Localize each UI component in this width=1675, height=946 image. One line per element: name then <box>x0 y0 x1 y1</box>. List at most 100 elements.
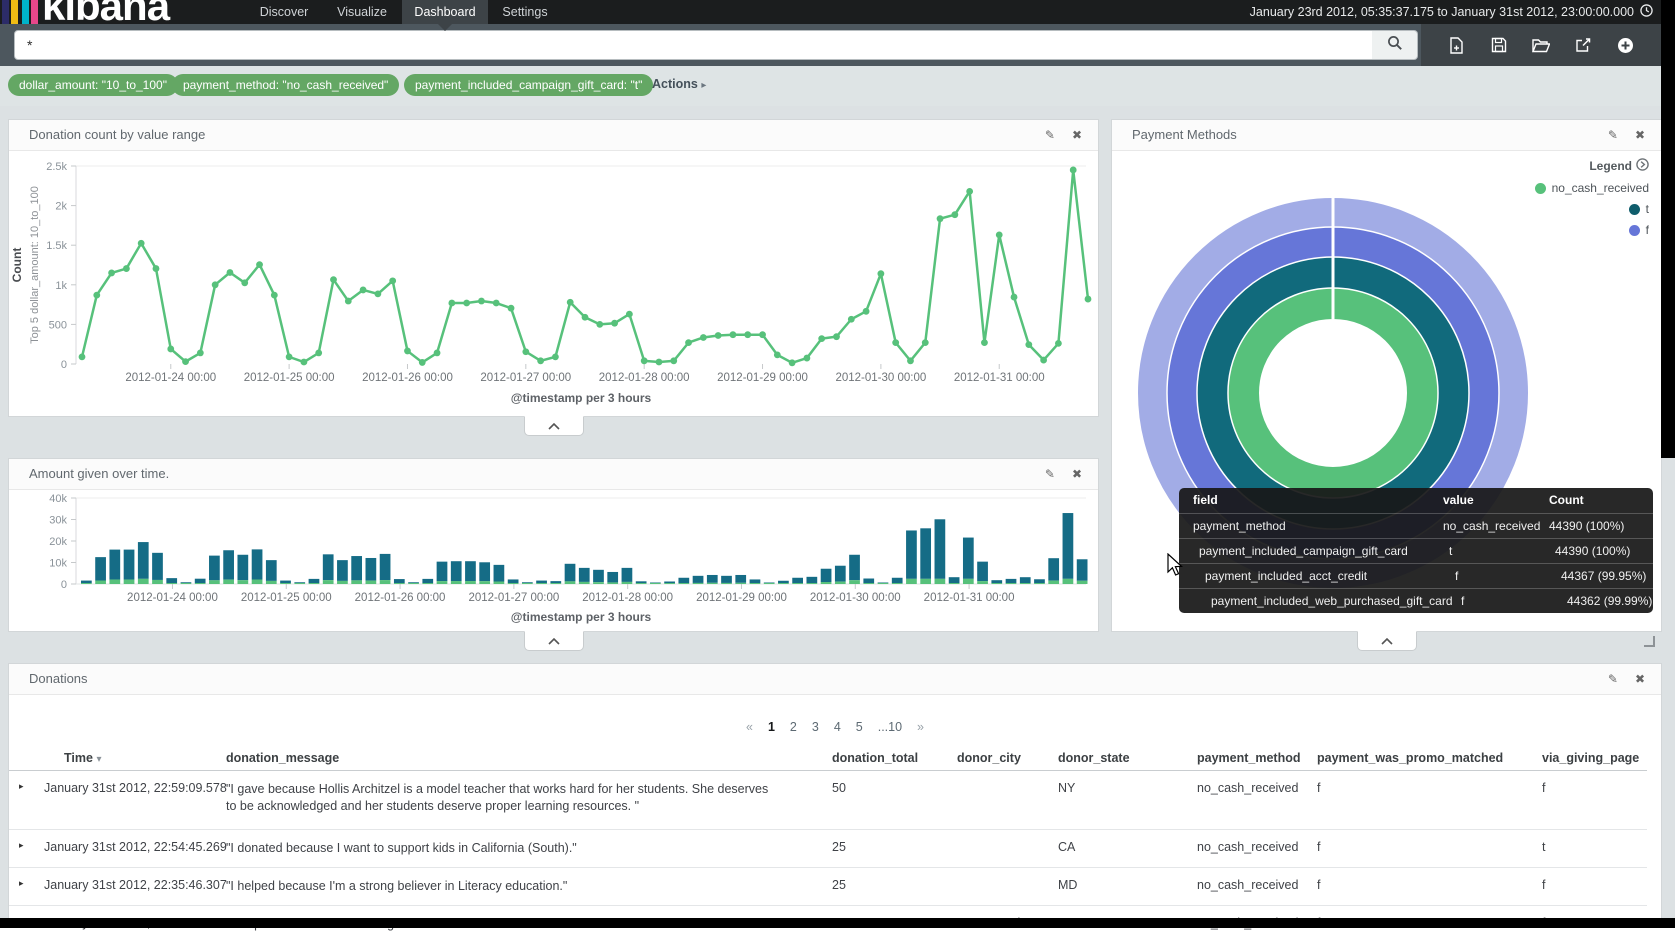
table-pagination: « 1 2 3 4 5 ...10 » <box>9 720 1661 734</box>
panel-header[interactable]: Payment Methods ✎ ✖ <box>1112 120 1661 151</box>
page-next[interactable]: » <box>917 720 924 734</box>
open-dashboard-icon[interactable] <box>1532 36 1550 54</box>
column-donation-total[interactable]: donation_total <box>832 751 918 765</box>
cell-method: no_cash_received <box>1197 840 1298 854</box>
svg-text:@timestamp per 3 hours: @timestamp per 3 hours <box>511 610 652 624</box>
column-donor-state[interactable]: donor_state <box>1058 751 1130 765</box>
table-row[interactable]: ▸ January 31st 2012, 22:35:46.307 "I hel… <box>9 868 1647 906</box>
edit-panel-icon[interactable]: ✎ <box>1608 128 1618 142</box>
actions-arrow-icon: ▸ <box>701 80 706 91</box>
svg-text:10k: 10k <box>49 558 67 570</box>
screen-edge-bottom <box>0 918 1675 928</box>
table-row[interactable]: ▸ January 31st 2012, 22:54:45.269 "I don… <box>9 830 1647 868</box>
kibana-logo[interactable]: kibana <box>42 0 169 27</box>
collapse-panel-button[interactable] <box>524 631 584 651</box>
close-panel-icon[interactable]: ✖ <box>1072 467 1082 481</box>
close-panel-icon[interactable]: ✖ <box>1635 128 1645 142</box>
svg-text:2012-01-25 00:00: 2012-01-25 00:00 <box>244 372 335 384</box>
column-payment-method[interactable]: payment_method <box>1197 751 1301 765</box>
svg-text:Top 5 dollar_amount: 10_to_100: Top 5 dollar_amount: 10_to_100 <box>29 186 41 344</box>
close-panel-icon[interactable]: ✖ <box>1635 672 1645 686</box>
tooltip-row: payment_included_campaign_gift_cardt4439… <box>1179 538 1653 563</box>
collapse-panel-button[interactable] <box>1357 631 1417 651</box>
page-4[interactable]: 4 <box>834 720 841 734</box>
panel-header[interactable]: Donations ✎ ✖ <box>9 664 1661 695</box>
svg-text:2012-01-30 00:00: 2012-01-30 00:00 <box>835 372 926 384</box>
page-1[interactable]: 1 <box>768 720 775 734</box>
save-dashboard-icon[interactable] <box>1490 36 1508 54</box>
svg-text:2012-01-30 00:00: 2012-01-30 00:00 <box>810 592 901 604</box>
panel-header[interactable]: Donation count by value range ✎ ✖ <box>9 120 1098 151</box>
page-2[interactable]: 2 <box>790 720 797 734</box>
search-input[interactable] <box>14 30 1384 60</box>
column-via-giving-page[interactable]: via_giving_page <box>1542 751 1639 765</box>
new-dashboard-icon[interactable] <box>1447 36 1465 54</box>
legend-dot <box>1535 183 1546 194</box>
close-panel-icon[interactable]: ✖ <box>1072 128 1082 142</box>
tab-settings[interactable]: Settings <box>496 0 554 24</box>
panel-amount-given: Amount given over time. ✎ ✖ 010k20k30k40… <box>8 458 1099 632</box>
svg-text:2012-01-28 00:00: 2012-01-28 00:00 <box>599 372 690 384</box>
add-visualization-icon[interactable] <box>1617 36 1635 54</box>
query-bar <box>0 24 1675 66</box>
filter-pill-dollar-amount[interactable]: dollar_amount: "10_to_100" <box>8 74 178 96</box>
cell-via: f <box>1542 878 1545 892</box>
tab-discover[interactable]: Discover <box>252 0 316 24</box>
panel-donations: Donations ✎ ✖ « 1 2 3 4 5 ...10 » Time ▾… <box>8 663 1662 921</box>
column-donor-city[interactable]: donor_city <box>957 751 1021 765</box>
time-range-picker[interactable]: January 23rd 2012, 05:35:37.175 to Janua… <box>1250 4 1653 20</box>
kibana-logo-stripes <box>0 0 40 24</box>
svg-text:40k: 40k <box>49 493 67 505</box>
legend-dot <box>1629 204 1640 215</box>
svg-text:2012-01-29 00:00: 2012-01-29 00:00 <box>696 592 787 604</box>
panel-resize-handle[interactable] <box>1644 636 1655 647</box>
search-icon <box>1387 35 1403 56</box>
chart-legend: Legend no_cash_received t f <box>1535 158 1649 237</box>
svg-text:2012-01-26 00:00: 2012-01-26 00:00 <box>355 592 446 604</box>
svg-text:2012-01-28 00:00: 2012-01-28 00:00 <box>582 592 673 604</box>
tooltip-row: payment_included_acct_creditf44367 (99.9… <box>1179 563 1653 588</box>
cell-via: t <box>1542 840 1545 854</box>
legend-header[interactable]: Legend <box>1535 158 1649 174</box>
expand-row-icon[interactable]: ▸ <box>19 840 24 851</box>
svg-text:500: 500 <box>49 319 67 331</box>
svg-text:2012-01-27 00:00: 2012-01-27 00:00 <box>468 592 559 604</box>
svg-text:2012-01-26 00:00: 2012-01-26 00:00 <box>362 372 453 384</box>
table-row[interactable]: ▸ January 31st 2012, 22:59:09.578 "I gav… <box>9 771 1647 830</box>
edit-panel-icon[interactable]: ✎ <box>1045 128 1055 142</box>
svg-text:1.5k: 1.5k <box>46 240 67 252</box>
search-button[interactable] <box>1372 30 1418 60</box>
collapse-panel-button[interactable] <box>524 416 584 436</box>
column-time[interactable]: Time ▾ <box>64 751 101 765</box>
column-donation-message[interactable]: donation_message <box>226 751 339 765</box>
panel-header[interactable]: Amount given over time. ✎ ✖ <box>9 459 1098 490</box>
page-3[interactable]: 3 <box>812 720 819 734</box>
legend-item-f[interactable]: f <box>1535 223 1649 237</box>
svg-text:0: 0 <box>61 579 67 591</box>
cell-total: 25 <box>832 878 846 892</box>
edit-panel-icon[interactable]: ✎ <box>1608 672 1618 686</box>
share-dashboard-icon[interactable] <box>1574 36 1592 54</box>
edit-panel-icon[interactable]: ✎ <box>1045 467 1055 481</box>
tab-visualize[interactable]: Visualize <box>330 0 394 24</box>
expand-row-icon[interactable]: ▸ <box>19 781 24 792</box>
cell-state: CA <box>1058 840 1075 854</box>
page-prev[interactable]: « <box>746 720 753 734</box>
filter-bar: dollar_amount: "10_to_100" payment_metho… <box>0 66 1675 106</box>
tooltip-header-row: field value Count <box>1179 488 1653 513</box>
page-5[interactable]: 5 <box>856 720 863 734</box>
legend-item-t[interactable]: t <box>1535 202 1649 216</box>
svg-text:2k: 2k <box>55 201 67 213</box>
filter-pill-campaign-gift-card[interactable]: payment_included_campaign_gift_card: "t" <box>404 74 653 96</box>
tab-dashboard[interactable]: Dashboard <box>402 0 488 24</box>
filter-actions-link[interactable]: Actions ▸ <box>652 77 706 91</box>
column-payment-was-promo-matched[interactable]: payment_was_promo_matched <box>1317 751 1503 765</box>
cell-state: MD <box>1058 878 1077 892</box>
legend-item-no-cash-received[interactable]: no_cash_received <box>1535 181 1649 195</box>
svg-text:0: 0 <box>61 359 67 371</box>
svg-text:2012-01-24 00:00: 2012-01-24 00:00 <box>125 372 216 384</box>
expand-row-icon[interactable]: ▸ <box>19 878 24 889</box>
page-10[interactable]: ...10 <box>878 720 902 734</box>
cell-promo: f <box>1317 840 1320 854</box>
filter-pill-payment-method[interactable]: payment_method: "no_cash_received" <box>172 74 399 96</box>
